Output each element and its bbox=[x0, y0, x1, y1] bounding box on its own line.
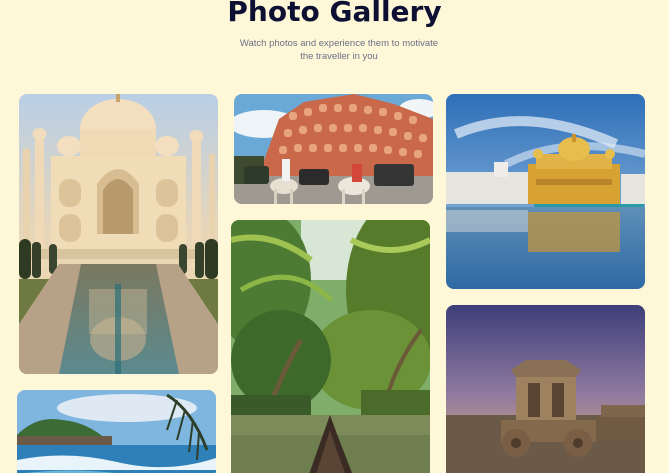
photo-beach-coast[interactable] bbox=[17, 390, 216, 473]
photo-kerala-backwaters[interactable] bbox=[231, 220, 430, 473]
page-subtitle: Watch photos and experience them to moti… bbox=[239, 38, 439, 62]
photo-gallery-page: Photo Gallery Watch photos and experienc… bbox=[0, 0, 669, 473]
taj-mahal-image bbox=[19, 94, 218, 374]
hawa-mahal-image bbox=[234, 94, 433, 204]
beach-coast-image bbox=[17, 390, 216, 473]
page-title: Photo Gallery bbox=[227, 0, 442, 28]
photo-taj-mahal[interactable] bbox=[19, 94, 218, 374]
hampi-chariot-image bbox=[446, 305, 645, 473]
golden-temple-image bbox=[446, 94, 645, 289]
photo-hawa-mahal[interactable] bbox=[234, 94, 433, 204]
photo-golden-temple[interactable] bbox=[446, 94, 645, 289]
photo-hampi-chariot[interactable] bbox=[446, 305, 645, 473]
kerala-backwaters-image bbox=[231, 220, 430, 473]
